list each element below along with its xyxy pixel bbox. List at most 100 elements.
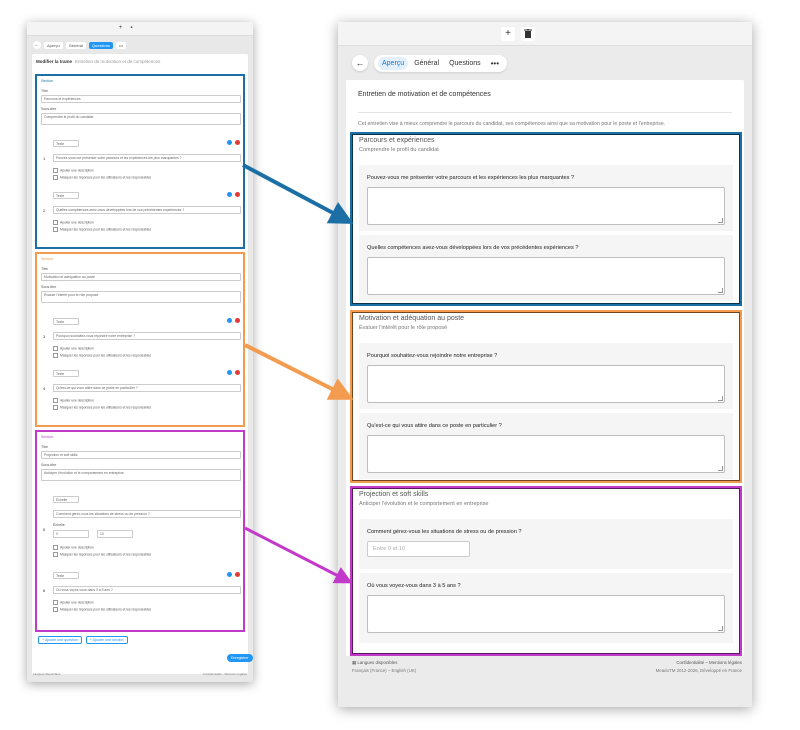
arrow-section-1 (242, 163, 354, 224)
answer-textarea[interactable] (367, 187, 725, 225)
editor-question-number: 5 (43, 527, 46, 532)
tab-questions[interactable]: Questions (445, 57, 485, 70)
editor-title-label: Titre (41, 445, 49, 449)
question-block: Pourquoi souhaitez-vous rejoindre notre … (359, 343, 733, 409)
edit-icon[interactable] (227, 318, 232, 323)
plus-icon[interactable]: + (501, 27, 515, 41)
editor-tab-apercu[interactable]: Aperçu (44, 41, 63, 49)
editor-hide-answers-checkbox[interactable]: Masquer les réponses pour les utilisateu… (53, 353, 151, 358)
editor-question-input[interactable]: Qu'est-ce qui vous attire dans ce poste … (53, 384, 241, 392)
answer-textarea[interactable] (367, 435, 725, 473)
scale-input[interactable]: Entre 0 et 10 (367, 541, 470, 557)
delete-icon[interactable] (235, 192, 240, 197)
tab-general[interactable]: Général (410, 57, 443, 70)
plus-icon[interactable]: + (117, 25, 124, 32)
languages-list[interactable]: Français (France) – English (UK) (352, 668, 416, 673)
trash-icon[interactable]: ▪ (128, 25, 135, 32)
arrow-section-2 (244, 343, 354, 400)
question-block: Qu'est-ce qui vous attire dans ce poste … (359, 413, 733, 479)
back-arrow-icon[interactable]: ← (33, 41, 41, 49)
editor-question-input[interactable]: Pouvez-vous me présenter votre parcours … (53, 154, 241, 162)
add-question-button[interactable]: + Ajouter une question (38, 636, 82, 644)
editor-section-subtitle-input[interactable]: Comprendre le profil du candidat (41, 113, 241, 125)
editor-title-label: Titre (41, 267, 49, 271)
editor-more-button[interactable]: ••• (115, 41, 127, 49)
editor-question-input[interactable]: Quelles compétences avez-vous développée… (53, 206, 241, 214)
question-block: Pouvez-vous me présenter votre parcours … (359, 165, 733, 231)
editor-add-description-checkbox[interactable]: Ajouter une description (53, 220, 94, 225)
question-label: Pourquoi souhaitez-vous rejoindre notre … (367, 353, 498, 359)
footer-legal-links[interactable]: Confidentialité – Mentions légales (676, 660, 742, 665)
edit-icon[interactable] (227, 572, 232, 577)
editor-title-text: Modifier la trame (36, 59, 73, 64)
editor-question-type-select[interactable]: Texte (53, 140, 79, 147)
preview-tabs: Aperçu Général Questions ••• (374, 54, 508, 72)
editor-section-1: Section Titre Parcours et expériences So… (35, 74, 245, 249)
delete-icon[interactable] (235, 318, 240, 323)
editor-scale-min-input[interactable]: 0 (53, 530, 89, 538)
editor-section-title-input[interactable]: Motivation et adéquation au poste (41, 273, 241, 281)
trash-icon[interactable] (521, 27, 535, 41)
editor-scale-max-input[interactable]: 10 (97, 530, 133, 538)
delete-icon[interactable] (235, 572, 240, 577)
editor-footer-right: Confidentialité · Mentions légales (202, 672, 247, 676)
edit-icon[interactable] (227, 370, 232, 375)
footer-copyright: MeadoTM 2012-2026, Développé en France (655, 668, 742, 673)
editor-hide-answers-checkbox[interactable]: Masquer les réponses pour les utilisateu… (53, 607, 151, 612)
delete-icon[interactable] (235, 370, 240, 375)
delete-icon[interactable] (235, 140, 240, 145)
editor-actions: + Ajouter une question + Ajouter une sec… (38, 636, 128, 644)
editor-toolbar: + ▪ (27, 22, 253, 36)
editor-section-title-input[interactable]: Parcours et expériences (41, 95, 241, 103)
back-arrow-icon[interactable]: ← (352, 55, 368, 71)
answer-textarea[interactable] (367, 257, 725, 295)
editor-section-subtitle-input[interactable]: Évaluer l'intérêt pour le rôle proposé (41, 291, 241, 303)
question-label: Comment gérez-vous les situations de str… (367, 529, 522, 535)
editor-hide-answers-checkbox[interactable]: Masquer les réponses pour les utilisateu… (53, 175, 151, 180)
question-label: Quelles compétences avez-vous développée… (367, 245, 579, 251)
editor-add-description-checkbox[interactable]: Ajouter une description (53, 545, 94, 550)
editor-question-input[interactable]: Comment gérez-vous les situations de str… (53, 510, 241, 518)
editor-add-description-checkbox[interactable]: Ajouter une description (53, 398, 94, 403)
edit-icon[interactable] (227, 140, 232, 145)
form-section-2: Motivation et adéquation au poste Évalue… (350, 310, 742, 483)
question-label: Où vous voyez-vous dans 3 à 5 ans ? (367, 583, 461, 589)
editor-title-label: Titre (41, 89, 49, 93)
question-block: Quelles compétences avez-vous développée… (359, 235, 733, 301)
form-card: Entretien de motivation et de compétence… (346, 80, 744, 656)
editor-subtitle-label: Sous-titre (41, 463, 57, 467)
editor-section-title-input[interactable]: Projection et soft skills (41, 451, 241, 459)
editor-tab-questions[interactable]: Questions (88, 41, 113, 49)
languages-title-text: Langues disponibles (357, 660, 398, 665)
editor-section-header: Section (41, 257, 53, 261)
add-section-button[interactable]: + Ajouter une section (85, 636, 128, 644)
form-section-3: Projection et soft skills Anticiper l'év… (350, 486, 742, 656)
editor-question-input[interactable]: Où vous voyez-vous dans 3 à 5 ans ? (53, 586, 241, 594)
editor-hide-answers-checkbox[interactable]: Masquer les réponses pour les utilisateu… (53, 552, 151, 557)
section-title: Motivation et adéquation au poste (359, 315, 465, 322)
editor-question-input[interactable]: Pourquoi souhaitez-vous rejoindre notre … (53, 332, 241, 340)
save-button[interactable]: Enregistrer (227, 654, 253, 662)
editor-tab-general[interactable]: Général (65, 41, 86, 49)
editor-add-description-checkbox[interactable]: Ajouter une description (53, 600, 94, 605)
editor-hide-answers-checkbox[interactable]: Masquer les réponses pour les utilisateu… (53, 227, 151, 232)
form-section-1: Parcours et expériences Comprendre le pr… (350, 132, 742, 306)
tab-apercu[interactable]: Aperçu (378, 56, 409, 70)
more-options-button[interactable]: ••• (487, 59, 503, 68)
edit-icon[interactable] (227, 192, 232, 197)
editor-question-type-select[interactable]: Texte (53, 572, 79, 579)
answer-textarea[interactable] (367, 595, 725, 633)
editor-question-type-select[interactable]: Texte (53, 370, 79, 377)
editor-add-description-checkbox[interactable]: Ajouter une description (53, 168, 94, 173)
editor-add-description-checkbox[interactable]: Ajouter une description (53, 346, 94, 351)
editor-subtitle-label: Sous-titre (41, 285, 57, 289)
form-title: Entretien de motivation et de compétence… (358, 91, 491, 98)
editor-question-type-select[interactable]: Texte (53, 192, 79, 199)
languages-title: ▦ Langues disponibles (352, 660, 397, 666)
editor-question-type-select[interactable]: Échelle (53, 496, 79, 503)
answer-textarea[interactable] (367, 365, 725, 403)
editor-section-subtitle-input[interactable]: Anticiper l'évolution et le comportement… (41, 469, 241, 481)
editor-hide-answers-checkbox[interactable]: Masquer les réponses pour les utilisateu… (53, 405, 151, 410)
editor-question-type-select[interactable]: Texte (53, 318, 79, 325)
section-subtitle: Évaluer l'intérêt pour le rôle proposé (359, 325, 448, 331)
